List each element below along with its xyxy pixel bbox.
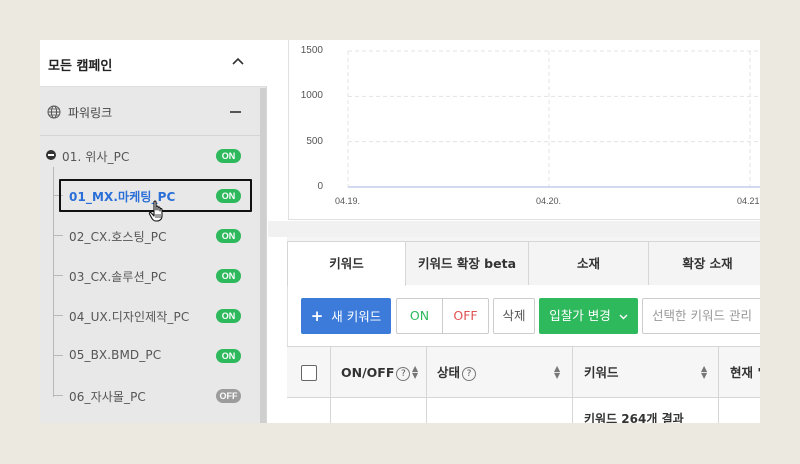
off-button[interactable]: OFF <box>442 298 489 334</box>
sort-icon[interactable]: ▲ ▼ <box>412 365 418 380</box>
adgroup-label: 03_CX.솔루션_PC <box>69 270 167 284</box>
column-current[interactable]: 현재 ' <box>719 347 760 398</box>
tab-extension[interactable]: 확장 소재 <box>649 241 760 285</box>
column-onoff-label: ON/OFF <box>341 365 395 380</box>
new-keyword-label: 새 키워드 <box>331 309 382 324</box>
y-tick-label: 0 <box>317 181 323 192</box>
table-cell <box>427 398 573 423</box>
new-keyword-button[interactable]: + 새 키워드 <box>301 298 391 334</box>
collapse-minus-icon[interactable] <box>230 111 241 113</box>
status-badge[interactable]: ON <box>216 269 241 283</box>
adgroup-label: 05_BX.BMD_PC <box>69 348 162 362</box>
sidebar-header[interactable]: 모든 캠페인 <box>40 40 267 87</box>
column-keyword[interactable]: 키워드 ▲ ▼ <box>573 347 719 398</box>
sidebar-scrollbar[interactable] <box>260 88 266 423</box>
adgroup-label: 02_CX.호스팅_PC <box>69 230 167 244</box>
sidebar-group-powerlink[interactable]: 파워링크 <box>40 88 267 136</box>
tree-branch <box>53 355 63 356</box>
y-tick-label: 1000 <box>300 90 323 102</box>
column-status-label: 상태 <box>437 365 461 380</box>
column-current-label: 현재 ' <box>730 365 760 380</box>
bid-change-label: 입찰가 변경 <box>549 308 611 323</box>
delete-button[interactable]: 삭제 <box>493 298 535 334</box>
keyword-toolbar: + 새 키워드 ON OFF 삭제 입찰가 변경 선택한 키워드 관리 <box>287 286 760 346</box>
tab-creative[interactable]: 소재 <box>529 241 649 285</box>
adgroup-item[interactable]: 05_BX.BMD_PC ON <box>40 345 260 367</box>
adgroup-item[interactable]: 02_CX.호스팅_PC ON <box>40 225 260 247</box>
app-frame: 모든 캠페인 파워링크 01. 위사_PC ON 01_MX.마케팅_PC ON <box>40 40 760 423</box>
adgroup-label: 06_자사몰_PC <box>69 390 146 404</box>
column-onoff[interactable]: ON/OFF? ▲ ▼ <box>331 347 427 398</box>
tab-keyword[interactable]: 키워드 <box>287 241 406 286</box>
content-tabs: 키워드 키워드 확장 beta 소재 확장 소재 <box>287 237 760 286</box>
hand-cursor-icon <box>148 200 168 224</box>
plus-icon: + <box>310 307 324 325</box>
sort-icon[interactable]: ▲ ▼ <box>701 365 707 380</box>
help-icon[interactable]: ? <box>462 366 477 381</box>
status-badge[interactable]: ON <box>216 149 241 163</box>
adgroup-item[interactable]: 03_CX.솔루션_PC ON <box>40 265 260 287</box>
x-tick-label: 04.21 <box>737 196 760 206</box>
tree-branch <box>53 395 63 396</box>
section-gap <box>268 221 760 237</box>
bid-change-button[interactable]: 입찰가 변경 <box>539 298 638 334</box>
tree-branch <box>53 275 63 276</box>
table-cell <box>331 398 427 423</box>
tree-branch <box>53 315 63 316</box>
table-cell <box>287 398 331 423</box>
help-icon[interactable]: ? <box>396 366 411 381</box>
performance-chart: 1500 1000 500 0 04.19. 04.20. 04.21 <box>288 40 760 220</box>
keyword-manage-select[interactable]: 선택한 키워드 관리 <box>642 298 760 334</box>
chart-canvas <box>347 50 760 188</box>
select-all-cell <box>287 347 331 398</box>
column-status[interactable]: 상태? ▲ ▼ <box>427 347 573 398</box>
sidebar-group-label: 파워링크 <box>68 106 113 120</box>
chevron-down-icon <box>619 301 628 335</box>
status-badge[interactable]: ON <box>216 349 241 363</box>
tree-branch <box>53 235 63 236</box>
table-cell <box>719 398 760 423</box>
keyword-table-body: 키워드 264개 결과 <box>287 398 760 423</box>
keyword-table-header: ON/OFF? ▲ ▼ 상태? ▲ ▼ 키워드 ▲ ▼ 현재 ' <box>287 346 760 398</box>
tab-keyword-expansion[interactable]: 키워드 확장 beta <box>406 241 529 285</box>
adgroup-label: 04_UX.디자인제작_PC <box>69 310 190 324</box>
x-tick-label: 04.19. <box>335 196 361 206</box>
campaign-item[interactable]: 01. 위사_PC ON <box>40 145 260 167</box>
collapse-dot-icon[interactable] <box>46 150 56 160</box>
status-badge[interactable]: ON <box>216 309 241 323</box>
campaign-sidebar: 모든 캠페인 파워링크 01. 위사_PC ON 01_MX.마케팅_PC ON <box>40 40 267 423</box>
select-all-checkbox[interactable] <box>301 365 317 381</box>
sidebar-title: 모든 캠페인 <box>48 59 113 74</box>
keyword-result-count: 키워드 264개 결과 <box>584 412 684 423</box>
campaign-label: 01. 위사_PC <box>62 150 130 164</box>
sort-icon[interactable]: ▲ ▼ <box>554 365 560 380</box>
table-cell: 키워드 264개 결과 <box>573 398 719 423</box>
chevron-up-icon[interactable] <box>232 57 244 67</box>
status-badge[interactable]: OFF <box>216 389 241 403</box>
y-tick-label: 500 <box>306 135 323 147</box>
adgroup-item[interactable]: 04_UX.디자인제작_PC ON <box>40 305 260 327</box>
globe-icon <box>47 104 61 119</box>
x-tick-label: 04.20. <box>536 196 562 206</box>
on-button[interactable]: ON <box>396 298 443 334</box>
y-tick-label: 1500 <box>300 45 323 56</box>
status-badge[interactable]: ON <box>216 229 241 243</box>
adgroup-item[interactable]: 06_자사몰_PC OFF <box>40 385 260 407</box>
column-keyword-label: 키워드 <box>584 365 619 380</box>
